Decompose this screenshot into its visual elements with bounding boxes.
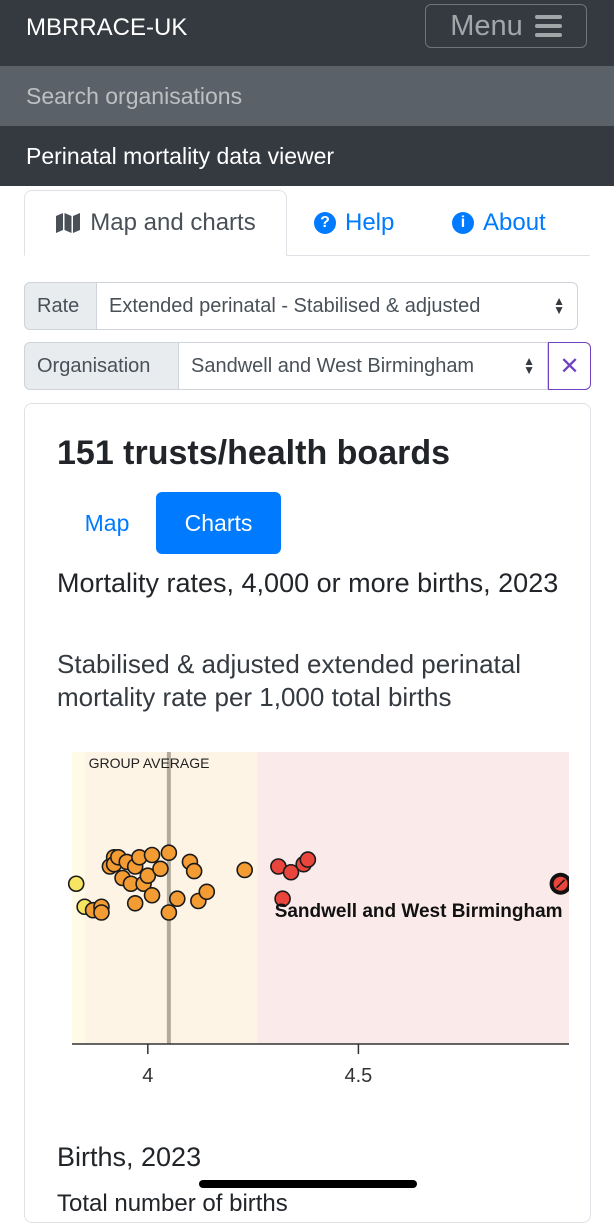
chart-title: Mortality rates, 4,000 or more births, 2…: [57, 568, 559, 598]
tab-help[interactable]: ? Help: [314, 190, 394, 256]
births-section-subtitle: Total number of births: [57, 1190, 288, 1217]
view-charts-button[interactable]: Charts: [156, 492, 281, 554]
nav-search-organisations[interactable]: Search organisations: [0, 66, 614, 126]
menu-label: Menu: [450, 9, 523, 42]
data-point: [168, 890, 186, 907]
card-title: 151 trusts/health boards: [57, 434, 451, 472]
chart-band-2: [257, 752, 569, 1044]
organisation-label: Organisation: [24, 342, 179, 390]
data-point: [152, 860, 169, 878]
data-point: [198, 883, 216, 901]
close-icon: ✕: [559, 352, 580, 380]
data-point: [143, 886, 161, 904]
top-navbar: MBRRACE-UK Menu: [0, 0, 614, 66]
x-axis-tick-label: 4.5: [345, 1065, 373, 1087]
tab-map-and-charts-label: Map and charts: [90, 209, 256, 236]
question-circle-icon: ?: [314, 212, 336, 234]
clear-organisation-button[interactable]: ✕: [548, 342, 591, 390]
rate-input-group: Rate Extended perinatal - Stabilised & a…: [24, 282, 578, 330]
organisation-input-group: Organisation Sandwell and West Birmingha…: [24, 342, 591, 390]
tab-about-label: About: [483, 209, 546, 236]
data-point: [160, 844, 178, 861]
tab-map-and-charts[interactable]: Map and charts: [24, 190, 287, 256]
data-point: [93, 904, 110, 921]
rate-select[interactable]: Extended perinatal - Stabilised & adjust…: [97, 282, 578, 330]
tab-about[interactable]: i About: [452, 190, 546, 256]
mortality-rate-chart: GROUP AVERAGE Sandwell and West Birmingha…: [67, 752, 569, 1087]
chart-subtitle: Stabilised & adjusted extended perinatal…: [57, 649, 521, 712]
select-caret-icon: ▲ ▼: [553, 294, 565, 317]
organisation-select-value: Sandwell and West Birmingham: [191, 354, 475, 377]
data-point: [185, 862, 203, 880]
tab-bar: Map and charts ? Help i About: [24, 190, 590, 256]
results-card: 151 trusts/health boards Map Charts Mort…: [24, 403, 591, 1223]
births-section-title: Births, 2023: [57, 1142, 202, 1172]
map-icon: [56, 213, 81, 233]
home-indicator: [199, 1180, 417, 1188]
data-point: [236, 861, 253, 879]
data-point: [299, 851, 317, 868]
tab-help-label: Help: [345, 209, 395, 236]
highlight-label: Sandwell and West Birmingham: [275, 901, 563, 922]
data-point: [160, 904, 178, 921]
nav-viewer-label: Perinatal mortality data viewer: [26, 142, 335, 169]
select-caret-icon: ▲ ▼: [523, 354, 535, 377]
nav-search-label: Search organisations: [26, 82, 243, 109]
x-axis-tick-label: 4: [142, 1065, 153, 1087]
rate-label: Rate: [24, 282, 97, 330]
chart-band-0: [72, 752, 85, 1044]
organisation-select[interactable]: Sandwell and West Birmingham ▲ ▼: [179, 342, 548, 390]
nav-data-viewer[interactable]: Perinatal mortality data viewer: [0, 126, 614, 186]
group-average-label: GROUP AVERAGE: [89, 755, 210, 771]
hamburger-icon: [534, 15, 562, 37]
data-point: [143, 846, 161, 864]
view-map-button[interactable]: Map: [57, 492, 157, 554]
info-circle-icon: i: [452, 212, 474, 234]
data-point: [67, 875, 85, 893]
data-point: [126, 895, 144, 912]
rate-select-value: Extended perinatal - Stabilised & adjust…: [109, 294, 481, 317]
menu-button[interactable]: Menu: [425, 4, 587, 48]
brand-logo-text[interactable]: MBRRACE-UK: [26, 14, 187, 42]
